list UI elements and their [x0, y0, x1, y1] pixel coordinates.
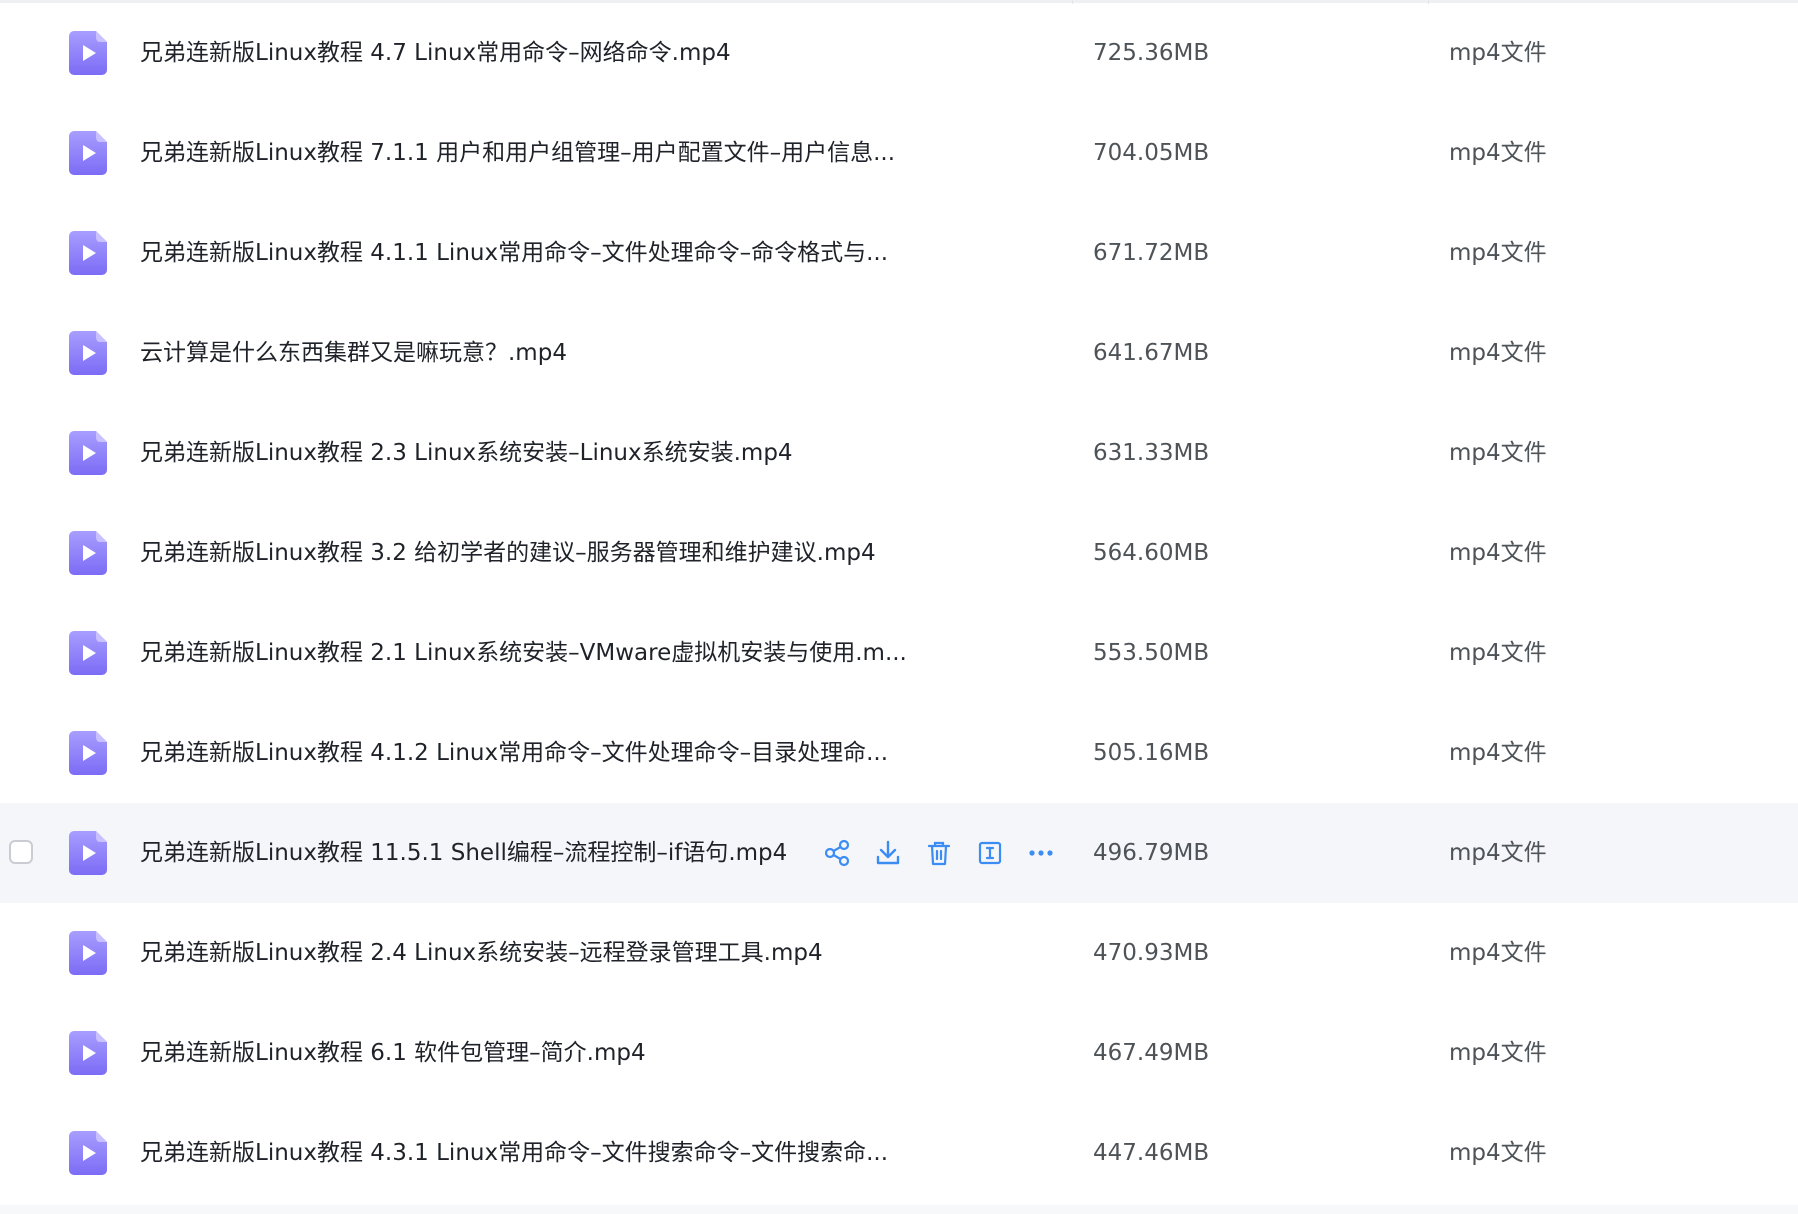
file-size: 704.05MB	[1093, 140, 1210, 166]
file-size: 553.50MB	[1093, 640, 1210, 666]
file-name[interactable]: 兄弟连新版Linux教程 2.1 Linux系统安装–VMware虚拟机安装与使…	[140, 603, 907, 703]
file-row[interactable]: 兄弟连新版Linux教程 2.4 Linux系统安装–远程登录管理工具.mp4 …	[0, 903, 1798, 1003]
file-name[interactable]: 兄弟连新版Linux教程 3.2 给初学者的建议–服务器管理和维护建议.mp4	[140, 503, 876, 603]
video-file-icon	[69, 1131, 107, 1175]
video-file-icon	[69, 231, 107, 275]
file-row[interactable]: 兄弟连新版Linux教程 2.3 Linux系统安装–Linux系统安装.mp4…	[0, 403, 1798, 503]
file-name[interactable]: 兄弟连新版Linux教程 7.1.1 用户和用户组管理–用户配置文件–用户信息.…	[140, 103, 895, 203]
file-name[interactable]: 兄弟连新版Linux教程 4.3.1 Linux常用命令–文件搜索命令–文件搜索…	[140, 1103, 888, 1203]
row-actions	[820, 836, 1075, 870]
file-type: mp4文件	[1449, 340, 1547, 366]
file-row[interactable]: 兄弟连新版Linux教程 3.2 给初学者的建议–服务器管理和维护建议.mp4 …	[0, 503, 1798, 603]
file-row[interactable]: 兄弟连新版Linux教程 2.1 Linux系统安装–VMware虚拟机安装与使…	[0, 603, 1798, 703]
file-row[interactable]: 兄弟连新版Linux教程 4.1.1 Linux常用命令–文件处理命令–命令格式…	[0, 203, 1798, 303]
video-file-icon	[69, 631, 107, 675]
file-size: 467.49MB	[1093, 1040, 1210, 1066]
file-size: 631.33MB	[1093, 440, 1210, 466]
row-checkbox[interactable]	[9, 840, 33, 864]
file-type: mp4文件	[1449, 740, 1547, 766]
file-size: 671.72MB	[1093, 240, 1210, 266]
share-icon[interactable]	[820, 836, 854, 870]
bottom-divider	[0, 1205, 1798, 1214]
file-type: mp4文件	[1449, 240, 1547, 266]
file-name[interactable]: 兄弟连新版Linux教程 6.1 软件包管理–简介.mp4	[140, 1003, 646, 1103]
file-type: mp4文件	[1449, 1040, 1547, 1066]
file-row[interactable]: 兄弟连新版Linux教程 4.7 Linux常用命令–网络命令.mp4 725.…	[0, 3, 1798, 103]
file-size: 470.93MB	[1093, 940, 1210, 966]
file-type: mp4文件	[1449, 840, 1547, 866]
delete-icon[interactable]	[922, 836, 956, 870]
file-name[interactable]: 兄弟连新版Linux教程 4.1.2 Linux常用命令–文件处理命令–目录处理…	[140, 703, 888, 803]
file-size: 505.16MB	[1093, 740, 1210, 766]
more-icon[interactable]	[1024, 836, 1058, 870]
file-name[interactable]: 兄弟连新版Linux教程 4.7 Linux常用命令–网络命令.mp4	[140, 3, 731, 103]
file-row[interactable]: 兄弟连新版Linux教程 11.5.1 Shell编程–流程控制–if语句.mp…	[0, 803, 1798, 903]
file-size: 641.67MB	[1093, 340, 1210, 366]
file-row[interactable]: 兄弟连新版Linux教程 6.1 软件包管理–简介.mp4 467.49MB m…	[0, 1003, 1798, 1103]
file-list: 兄弟连新版Linux教程 4.7 Linux常用命令–网络命令.mp4 725.…	[0, 3, 1798, 1203]
file-size: 564.60MB	[1093, 540, 1210, 566]
video-file-icon	[69, 331, 107, 375]
video-file-icon	[69, 131, 107, 175]
file-size: 447.46MB	[1093, 1140, 1210, 1166]
rename-icon[interactable]	[973, 836, 1007, 870]
video-file-icon	[69, 831, 107, 875]
file-row[interactable]: 兄弟连新版Linux教程 4.3.1 Linux常用命令–文件搜索命令–文件搜索…	[0, 1103, 1798, 1203]
download-icon[interactable]	[871, 836, 905, 870]
file-name[interactable]: 兄弟连新版Linux教程 4.1.1 Linux常用命令–文件处理命令–命令格式…	[140, 203, 888, 303]
file-type: mp4文件	[1449, 540, 1547, 566]
file-name[interactable]: 兄弟连新版Linux教程 11.5.1 Shell编程–流程控制–if语句.mp…	[140, 803, 787, 903]
file-row[interactable]: 云计算是什么东西集群又是嘛玩意？.mp4 641.67MB mp4文件	[0, 303, 1798, 403]
video-file-icon	[69, 731, 107, 775]
file-type: mp4文件	[1449, 140, 1547, 166]
file-type: mp4文件	[1449, 40, 1547, 66]
file-type: mp4文件	[1449, 440, 1547, 466]
file-size: 725.36MB	[1093, 40, 1210, 66]
file-type: mp4文件	[1449, 640, 1547, 666]
video-file-icon	[69, 431, 107, 475]
video-file-icon	[69, 931, 107, 975]
file-name[interactable]: 云计算是什么东西集群又是嘛玩意？.mp4	[140, 303, 567, 403]
file-list-view: { "colors": { "accent": "#3b8cf3", "icon…	[0, 0, 1798, 1214]
video-file-icon	[69, 1031, 107, 1075]
file-type: mp4文件	[1449, 940, 1547, 966]
video-file-icon	[69, 531, 107, 575]
file-name[interactable]: 兄弟连新版Linux教程 2.3 Linux系统安装–Linux系统安装.mp4	[140, 403, 793, 503]
file-row[interactable]: 兄弟连新版Linux教程 4.1.2 Linux常用命令–文件处理命令–目录处理…	[0, 703, 1798, 803]
video-file-icon	[69, 31, 107, 75]
file-row[interactable]: 兄弟连新版Linux教程 7.1.1 用户和用户组管理–用户配置文件–用户信息.…	[0, 103, 1798, 203]
file-size: 496.79MB	[1093, 840, 1210, 866]
file-name[interactable]: 兄弟连新版Linux教程 2.4 Linux系统安装–远程登录管理工具.mp4	[140, 903, 823, 1003]
file-type: mp4文件	[1449, 1140, 1547, 1166]
